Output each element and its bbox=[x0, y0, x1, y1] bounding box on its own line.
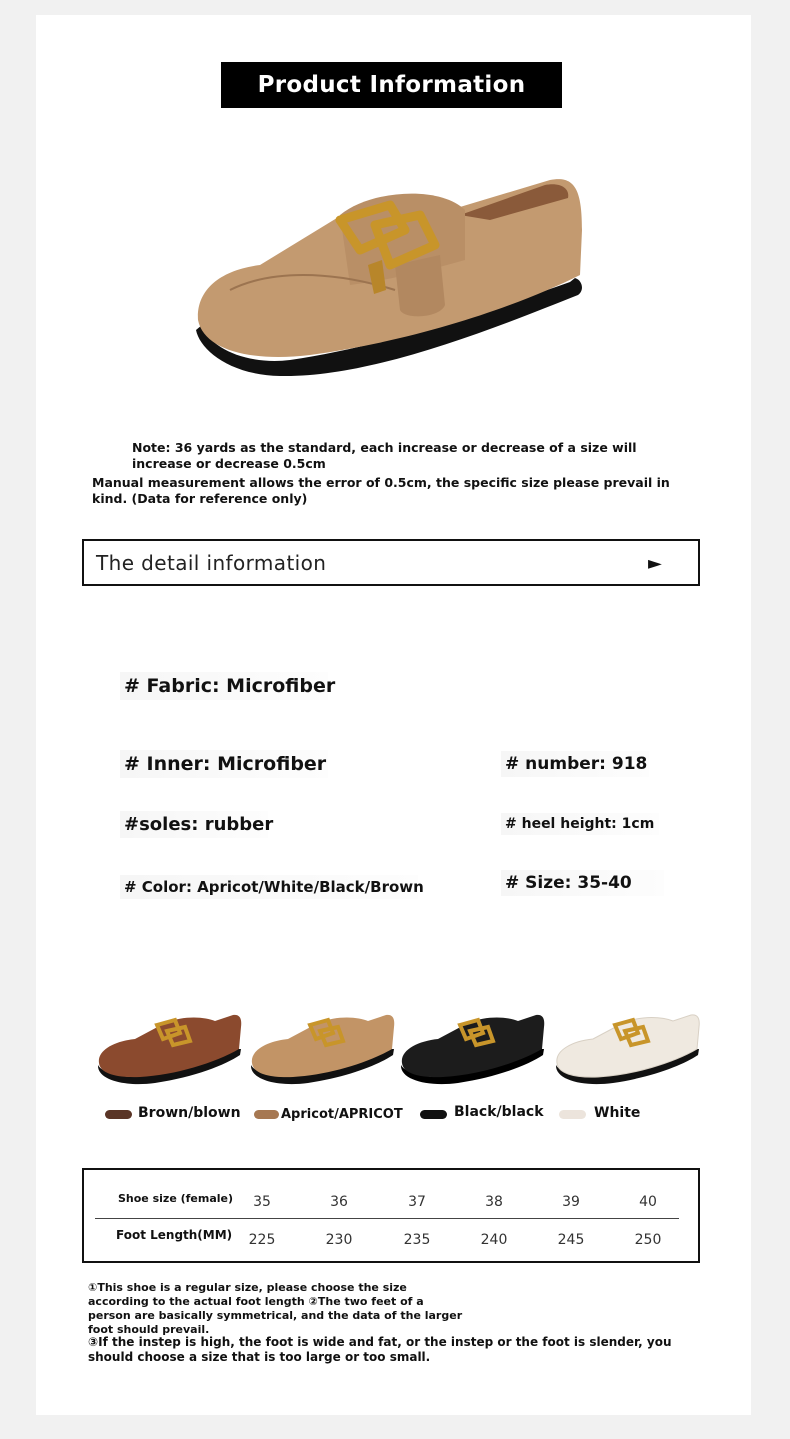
detail-information-header: The detail information ► bbox=[82, 539, 700, 586]
length-cell: 240 bbox=[480, 1232, 508, 1248]
brown-shoe-image bbox=[97, 1014, 242, 1085]
product-information-label: Product Information bbox=[257, 72, 526, 98]
spec-number: # number: 918 bbox=[501, 751, 649, 777]
size-cell: 38 bbox=[485, 1194, 503, 1210]
size-advice-note: ①This shoe is a regular size, please cho… bbox=[88, 1281, 463, 1336]
apricot-label: Apricot/APRICOT bbox=[281, 1107, 403, 1122]
black-label: Black/black bbox=[454, 1104, 544, 1120]
white-shoe-image bbox=[555, 1014, 700, 1085]
spec-color: # Color: Apricot/White/Black/Brown bbox=[120, 875, 424, 899]
length-cell: 245 bbox=[557, 1232, 585, 1248]
spec-fabric: # Fabric: Microfiber bbox=[120, 672, 335, 700]
spec-size: # Size: 35-40 bbox=[501, 870, 664, 896]
black-shoe-image bbox=[400, 1014, 545, 1085]
white-swatch bbox=[559, 1110, 586, 1119]
length-cell: 225 bbox=[248, 1232, 276, 1248]
length-cell: 230 bbox=[325, 1232, 353, 1248]
hero-shoe-image bbox=[196, 179, 582, 377]
size-cell: 40 bbox=[639, 1194, 657, 1210]
play-arrow-icon: ► bbox=[648, 553, 662, 574]
apricot-swatch bbox=[254, 1110, 279, 1119]
brown-label: Brown/blown bbox=[138, 1105, 241, 1121]
size-cell: 39 bbox=[562, 1194, 580, 1210]
foot-length-header: Foot Length(MM) bbox=[116, 1228, 233, 1242]
brown-swatch bbox=[105, 1110, 132, 1119]
size-cell: 35 bbox=[253, 1194, 271, 1210]
black-swatch bbox=[420, 1110, 447, 1119]
spec-heel-height: # heel height: 1cm bbox=[501, 813, 659, 835]
shoe-size-header: Shoe size (female) bbox=[118, 1192, 234, 1205]
white-label: White bbox=[594, 1105, 641, 1121]
instep-advice-note: ③If the instep is high, the foot is wide… bbox=[88, 1335, 672, 1364]
length-cell: 250 bbox=[634, 1232, 662, 1248]
spec-soles: #soles: rubber bbox=[120, 811, 273, 838]
size-cell: 36 bbox=[330, 1194, 348, 1210]
apricot-shoe-image bbox=[250, 1014, 395, 1085]
table-divider bbox=[95, 1218, 679, 1219]
size-standard-note: Note: 36 yards as the standard, each inc… bbox=[132, 440, 637, 471]
detail-information-label: The detail information bbox=[96, 551, 327, 575]
product-information-title: Product Information bbox=[221, 62, 562, 108]
measurement-note: Manual measurement allows the error of 0… bbox=[92, 475, 670, 506]
size-table: Shoe size (female) 35 36 37 38 39 40 Foo… bbox=[82, 1168, 700, 1263]
size-cell: 37 bbox=[408, 1194, 426, 1210]
spec-inner: # Inner: Microfiber bbox=[120, 750, 328, 778]
length-cell: 235 bbox=[403, 1232, 431, 1248]
